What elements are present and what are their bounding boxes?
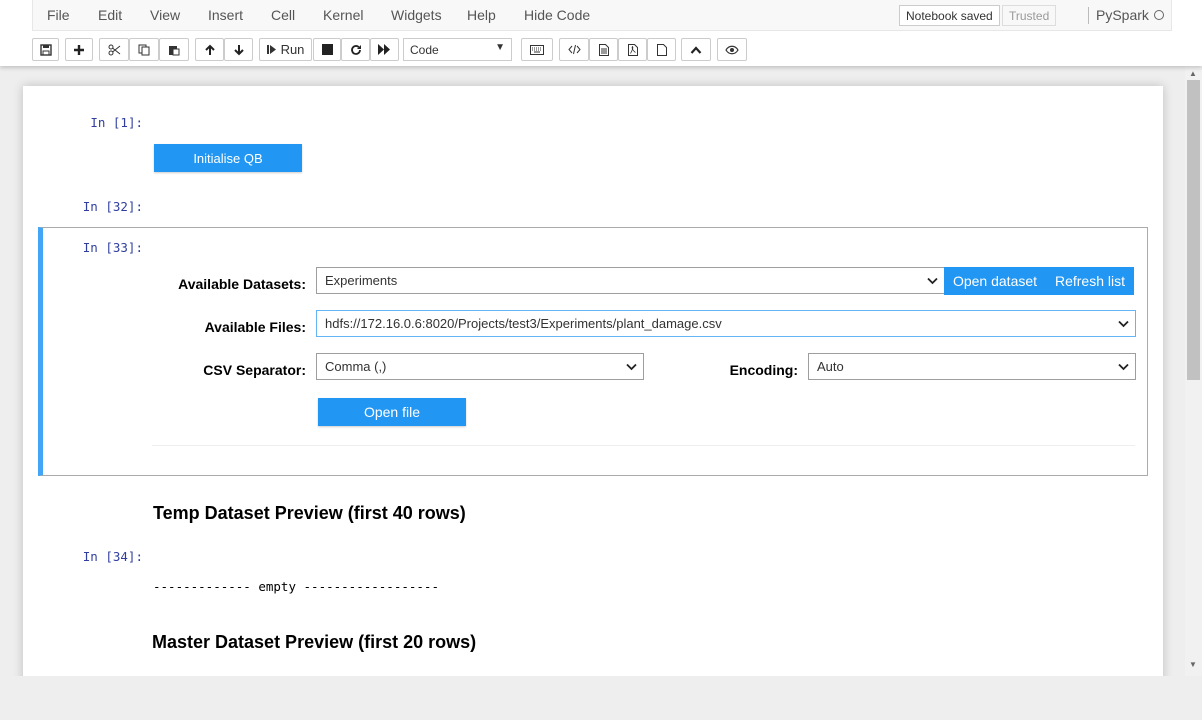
eye-icon: [725, 45, 739, 54]
menu-help[interactable]: Help: [467, 7, 496, 23]
run-label: Run: [280, 42, 305, 57]
paste-icon: [169, 45, 180, 55]
temp-preview-heading: Temp Dataset Preview (first 40 rows): [153, 503, 466, 523]
chevron-down-icon: [927, 277, 938, 285]
fast-forward-icon: [378, 44, 390, 55]
datasets-select[interactable]: Experiments: [316, 267, 945, 294]
kernel-name: PySpark: [1096, 7, 1149, 23]
scroll-up-icon[interactable]: ▲: [1189, 69, 1197, 78]
encoding-value: Auto: [817, 359, 844, 374]
notification-saved: Notebook saved: [899, 5, 1000, 26]
menu-widgets[interactable]: Widgets: [391, 7, 442, 23]
datasets-value: Experiments: [325, 273, 398, 288]
stop-icon: [321, 44, 333, 55]
code-icon: [567, 44, 581, 55]
preview-button[interactable]: [717, 38, 747, 61]
menu-hide-code[interactable]: Hide Code: [524, 7, 590, 23]
menubar: File Edit View Insert Cell Kernel Widget…: [32, 0, 1172, 31]
encoding-label: Encoding:: [729, 362, 798, 378]
cell-prompt: In [32]:: [82, 199, 143, 214]
keyboard-icon: [530, 44, 544, 55]
chevron-down-icon: [626, 363, 637, 371]
caret-down-icon: ▼: [495, 42, 505, 53]
scroll-thumb[interactable]: [1187, 80, 1200, 380]
kernel-idle-icon: [1154, 10, 1164, 20]
command-palette-button[interactable]: [521, 38, 553, 61]
selected-cell[interactable]: [38, 227, 1148, 476]
trusted-badge[interactable]: Trusted: [1002, 5, 1057, 26]
encoding-select[interactable]: Auto: [808, 353, 1136, 380]
files-select[interactable]: hdfs://172.16.0.6:8020/Projects/test3/Ex…: [316, 310, 1136, 337]
kernel-divider: [1088, 7, 1089, 24]
page-background: [0, 676, 1202, 720]
notebook-container: In [1]: Initialise QB In [32]: In [33]: …: [23, 86, 1163, 686]
interrupt-button[interactable]: [313, 38, 341, 61]
plus-icon: [74, 44, 84, 55]
refresh-list-button[interactable]: Refresh list: [1046, 267, 1134, 295]
arrow-up-icon: [204, 44, 215, 55]
menu-insert[interactable]: Insert: [208, 7, 243, 23]
insert-cell-button[interactable]: [65, 38, 93, 61]
cell-type-select[interactable]: Code ▼: [403, 38, 512, 61]
cut-button[interactable]: [99, 38, 129, 61]
menu-kernel[interactable]: Kernel: [323, 7, 363, 23]
export-pdf-button[interactable]: [618, 38, 647, 61]
empty-output: ------------- empty ------------------: [153, 579, 439, 594]
open-dataset-button[interactable]: Open dataset: [944, 267, 1046, 295]
chevron-up-icon: [690, 45, 702, 54]
run-icon: [266, 45, 276, 54]
export-file-button[interactable]: [589, 38, 618, 61]
cell-type-value: Code: [410, 43, 439, 57]
paste-button[interactable]: [159, 38, 189, 61]
save-button[interactable]: [32, 38, 59, 61]
datasets-label: Available Datasets:: [178, 276, 306, 292]
output-divider: [152, 445, 1135, 446]
collapse-button[interactable]: [681, 38, 711, 61]
page-scrollbar[interactable]: ▲ ▼: [1185, 66, 1202, 676]
page-icon: [656, 43, 667, 56]
pdf-icon: [627, 43, 638, 56]
move-up-button[interactable]: [195, 38, 224, 61]
menu-cell[interactable]: Cell: [271, 7, 295, 23]
scroll-down-icon[interactable]: ▼: [1189, 660, 1197, 669]
files-label: Available Files:: [204, 319, 306, 335]
cell-prompt: In [1]:: [90, 115, 143, 130]
separator-label: CSV Separator:: [203, 362, 306, 378]
cell-prompt: In [33]:: [82, 240, 143, 255]
separator-select[interactable]: Comma (,): [316, 353, 644, 380]
restart-button[interactable]: [341, 38, 370, 61]
copy-icon: [138, 44, 150, 55]
cut-icon: [108, 44, 120, 55]
restart-icon: [350, 44, 361, 55]
copy-button[interactable]: [129, 38, 159, 61]
open-file-button[interactable]: Open file: [318, 398, 466, 426]
move-down-button[interactable]: [224, 38, 253, 61]
master-preview-heading: Master Dataset Preview (first 20 rows): [152, 632, 477, 652]
initialise-qb-button[interactable]: Initialise QB: [154, 144, 302, 172]
restart-run-all-button[interactable]: [370, 38, 399, 61]
arrow-down-icon: [233, 44, 244, 55]
save-icon: [39, 43, 52, 56]
new-page-button[interactable]: [647, 38, 676, 61]
separator-value: Comma (,): [325, 359, 387, 374]
files-value: hdfs://172.16.0.6:8020/Projects/test3/Ex…: [325, 316, 722, 331]
menu-view[interactable]: View: [150, 7, 180, 23]
chevron-down-icon: [1118, 320, 1129, 328]
cell-prompt: In [34]:: [82, 549, 143, 564]
notebook-header: File Edit View Insert Cell Kernel Widget…: [0, 0, 1202, 66]
file-icon: [598, 43, 609, 56]
chevron-down-icon: [1118, 363, 1129, 371]
menu-edit[interactable]: Edit: [98, 7, 122, 23]
toggle-code-button[interactable]: [559, 38, 589, 61]
menu-file[interactable]: File: [47, 7, 70, 23]
run-button[interactable]: Run: [259, 38, 312, 61]
